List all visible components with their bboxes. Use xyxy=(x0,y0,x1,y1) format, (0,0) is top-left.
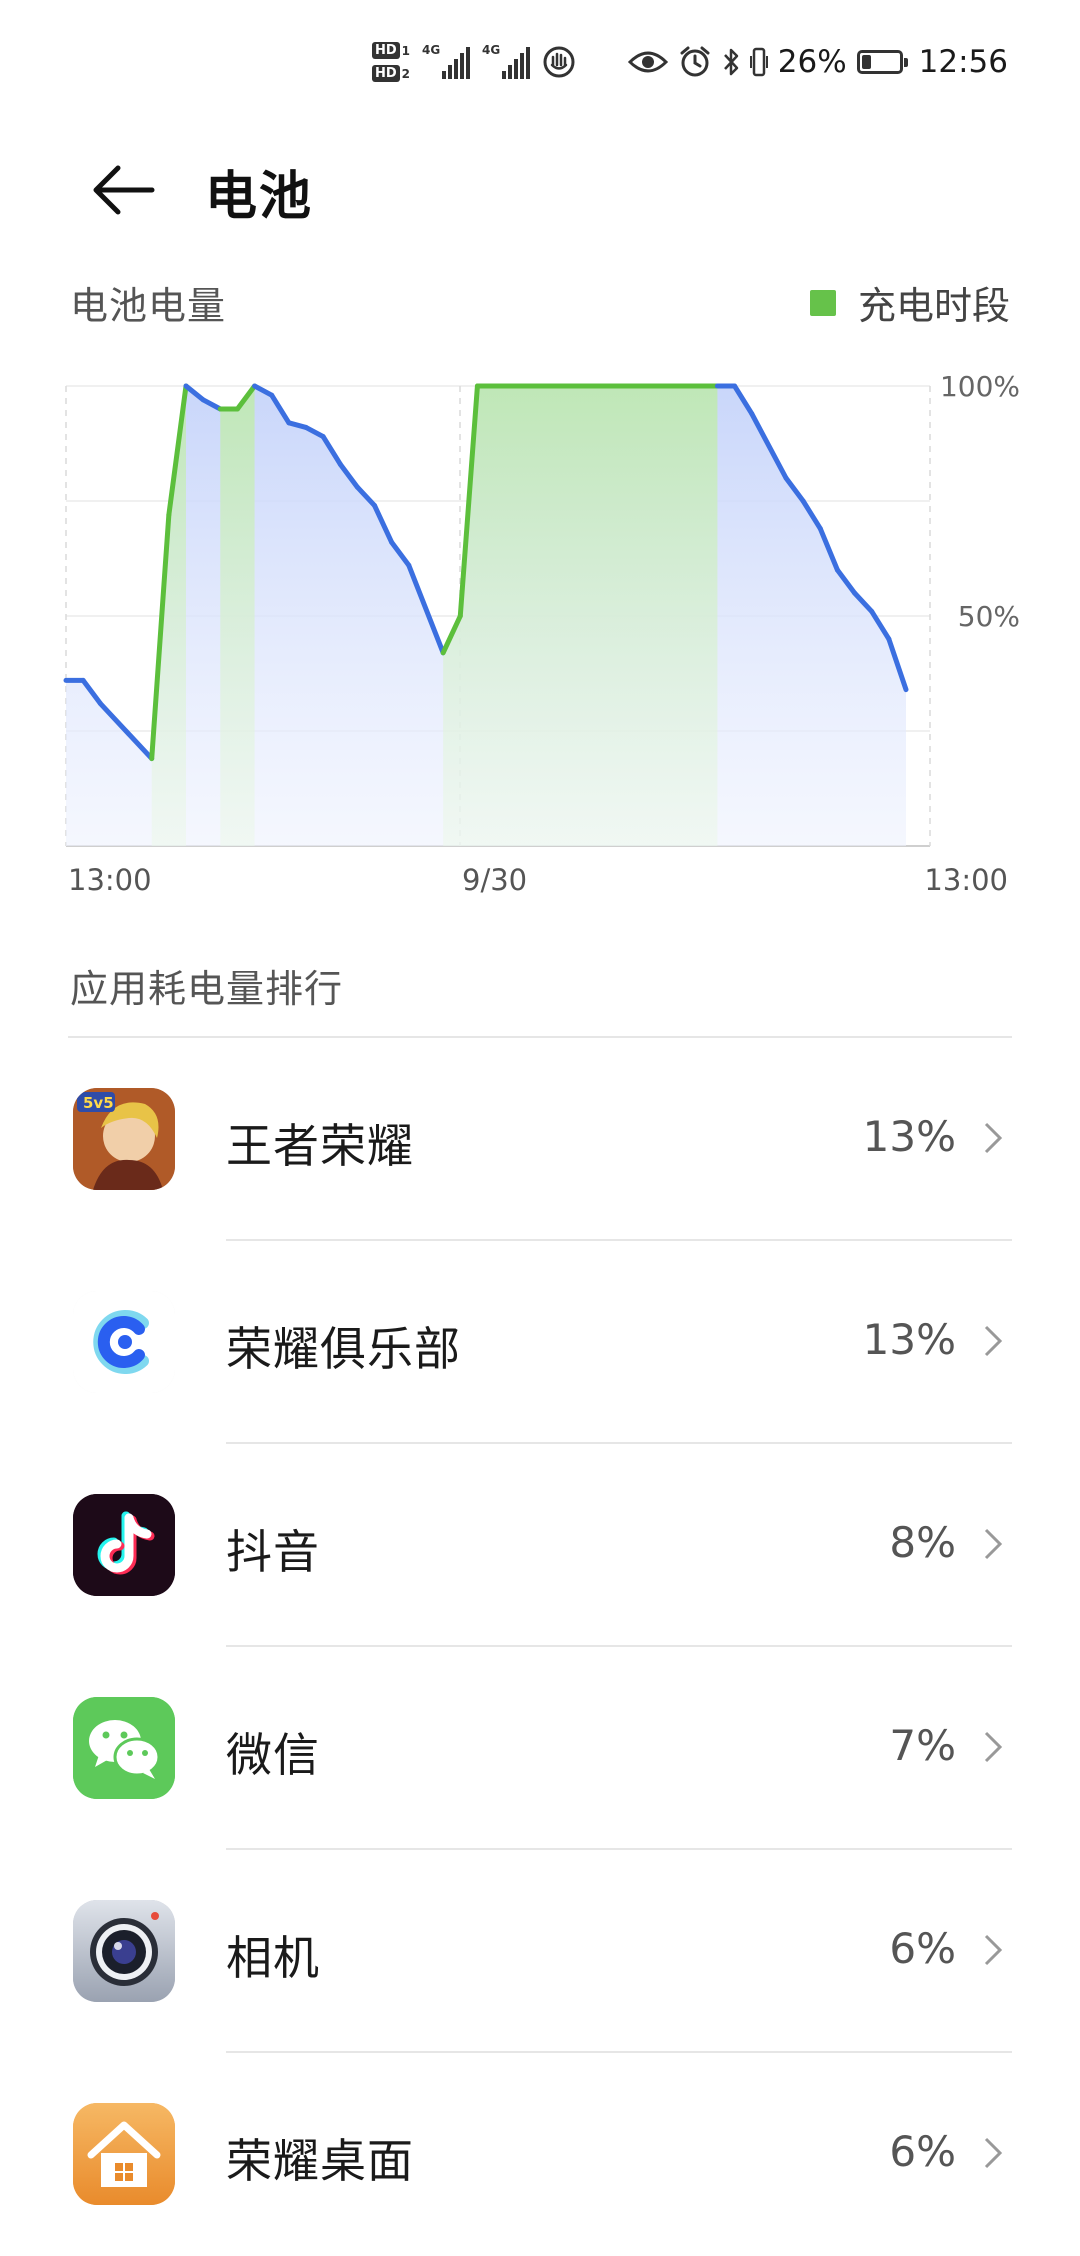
sim2-hd-label: HD xyxy=(372,65,400,82)
sim1-number: 1 xyxy=(401,43,411,58)
charging-area xyxy=(220,386,255,846)
list-item[interactable]: 荣耀俱乐部 13% xyxy=(0,1241,1080,1444)
page-title: 电池 xyxy=(205,167,314,227)
sim1-hd-label: HD xyxy=(372,42,400,59)
hd-sim-icon: HD 1 HD 2 xyxy=(372,42,410,82)
app-name: 王者荣耀 xyxy=(226,1119,414,1173)
app-usage-percent: 13% xyxy=(862,1315,956,1364)
svg-text:5v5: 5v5 xyxy=(83,1094,114,1112)
home-icon xyxy=(73,2103,175,2205)
status-left-icons: HD 1 HD 2 4G 4G xyxy=(372,34,576,90)
chevron-right-icon xyxy=(984,1122,1003,1154)
chevron-right-icon xyxy=(984,1934,1003,1966)
list-item[interactable]: 微信 7% xyxy=(0,1647,1080,1850)
alarm-icon xyxy=(680,46,710,77)
y-tick-label: 100% xyxy=(940,370,1020,403)
app-name: 相机 xyxy=(226,1931,320,1985)
y-tick-label: 50% xyxy=(958,600,1020,633)
honor-club-icon xyxy=(73,1291,175,1393)
x-tick-label: 13:00 xyxy=(68,863,152,897)
x-tick-label: 13:00 xyxy=(924,863,1008,897)
charging-area xyxy=(443,386,718,846)
app-usage-percent: 7% xyxy=(889,1721,956,1770)
app-name: 荣耀桌面 xyxy=(226,2134,414,2188)
clock-time: 12:56 xyxy=(918,44,1008,80)
status-right-icons: 26% 12:56 xyxy=(627,38,1008,86)
battery-level-title: 电池电量 xyxy=(70,284,227,328)
battery-percent: 26% xyxy=(777,44,847,80)
sim2-number: 2 xyxy=(401,66,411,81)
vibrate-icon xyxy=(749,47,768,77)
wechat-icon xyxy=(73,1697,175,1799)
ranking-title: 应用耗电量排行 xyxy=(70,967,344,1011)
battery-chart-svg: 100% 50% 13:00 9/30 13:00 xyxy=(63,370,1020,897)
camera-icon xyxy=(73,1900,175,2002)
status-bar: HD 1 HD 2 4G 4G 26% 12:56 xyxy=(0,0,1080,120)
signal-icon: 4G xyxy=(482,43,531,79)
chevron-right-icon xyxy=(984,2137,1003,2169)
chevron-right-icon xyxy=(984,1731,1003,1763)
chart-legend: 充电时段 xyxy=(809,275,1010,330)
bluetooth-icon xyxy=(723,48,738,76)
back-button[interactable] xyxy=(80,148,164,232)
app-name: 微信 xyxy=(226,1728,320,1782)
legend-label: 充电时段 xyxy=(857,284,1010,328)
app-usage-percent: 13% xyxy=(862,1112,956,1161)
app-usage-percent: 6% xyxy=(889,2127,956,2176)
app-usage-percent: 8% xyxy=(889,1518,956,1567)
chevron-right-icon xyxy=(984,1325,1003,1357)
legend-swatch xyxy=(809,289,836,316)
battery-fill xyxy=(861,55,871,69)
list-item[interactable]: 荣耀桌面 6% xyxy=(0,2053,1080,2256)
app-usage-percent: 6% xyxy=(889,1924,956,1973)
douyin-icon xyxy=(73,1494,175,1596)
battery-icon xyxy=(856,50,908,74)
signal-icon: 4G xyxy=(422,43,471,79)
battery-chart[interactable]: 100% 50% 13:00 9/30 13:00 xyxy=(0,360,1080,900)
chevron-right-icon xyxy=(984,1528,1003,1560)
list-item[interactable]: 抖音 8% xyxy=(0,1444,1080,1647)
x-tick-label: 9/30 xyxy=(462,863,527,897)
app-name: 荣耀俱乐部 xyxy=(226,1322,461,1376)
hand-icon xyxy=(543,46,575,78)
app-name: 抖音 xyxy=(226,1525,320,1579)
title-bar: 电池 xyxy=(0,120,1080,250)
eye-icon xyxy=(627,51,668,73)
back-arrow-icon xyxy=(93,165,155,215)
network-type-1: 4G xyxy=(422,43,441,57)
list-item[interactable]: 5v5 王者荣耀 13% xyxy=(0,1038,1080,1241)
list-item[interactable]: 相机 6% xyxy=(0,1850,1080,2053)
network-type-2: 4G xyxy=(482,43,501,57)
game-avatar-icon: 5v5 xyxy=(73,1088,175,1190)
